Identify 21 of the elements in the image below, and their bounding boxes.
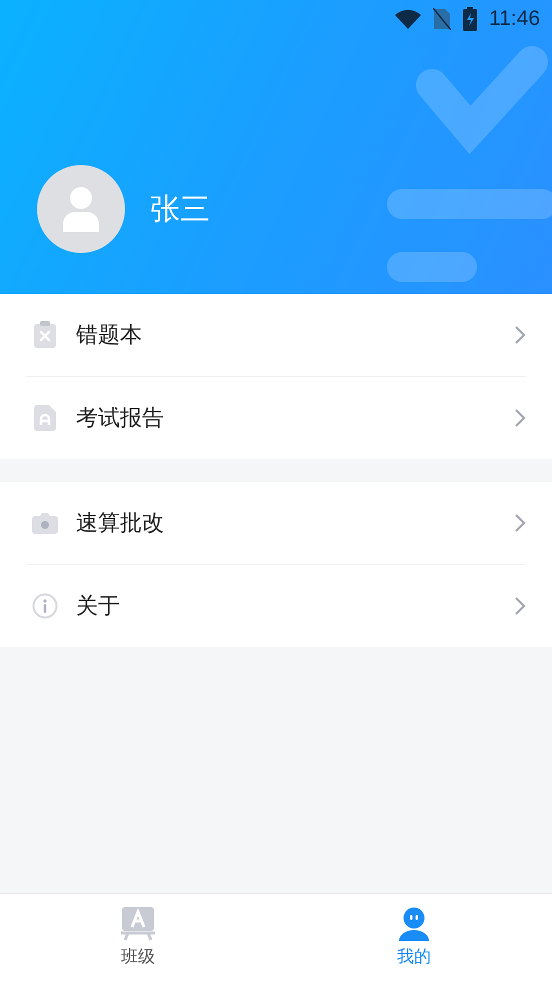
wifi-icon xyxy=(395,9,421,29)
menu-item[interactable]: 速算批改 xyxy=(26,482,526,564)
badge-icon xyxy=(121,907,155,941)
person-icon xyxy=(397,907,431,941)
status-time: 11:46 xyxy=(489,7,540,31)
no-sim-icon xyxy=(433,8,451,30)
menu-item[interactable]: 关于 xyxy=(26,564,526,647)
camera-icon xyxy=(32,512,58,534)
person-icon xyxy=(61,186,101,232)
tab[interactable]: 班级 xyxy=(0,894,276,981)
info-icon xyxy=(32,593,58,619)
battery-icon xyxy=(463,7,477,31)
chevron-icon xyxy=(514,408,526,428)
chevron-icon xyxy=(514,596,526,616)
menu-item[interactable]: 错题本 xyxy=(26,294,526,376)
document-icon xyxy=(33,404,57,432)
menu-item[interactable]: 考试报告 xyxy=(26,376,526,459)
user-name: 张三 xyxy=(150,190,210,228)
chevron-icon xyxy=(514,513,526,533)
clipboard-icon xyxy=(33,321,57,349)
chevron-icon xyxy=(514,325,526,345)
